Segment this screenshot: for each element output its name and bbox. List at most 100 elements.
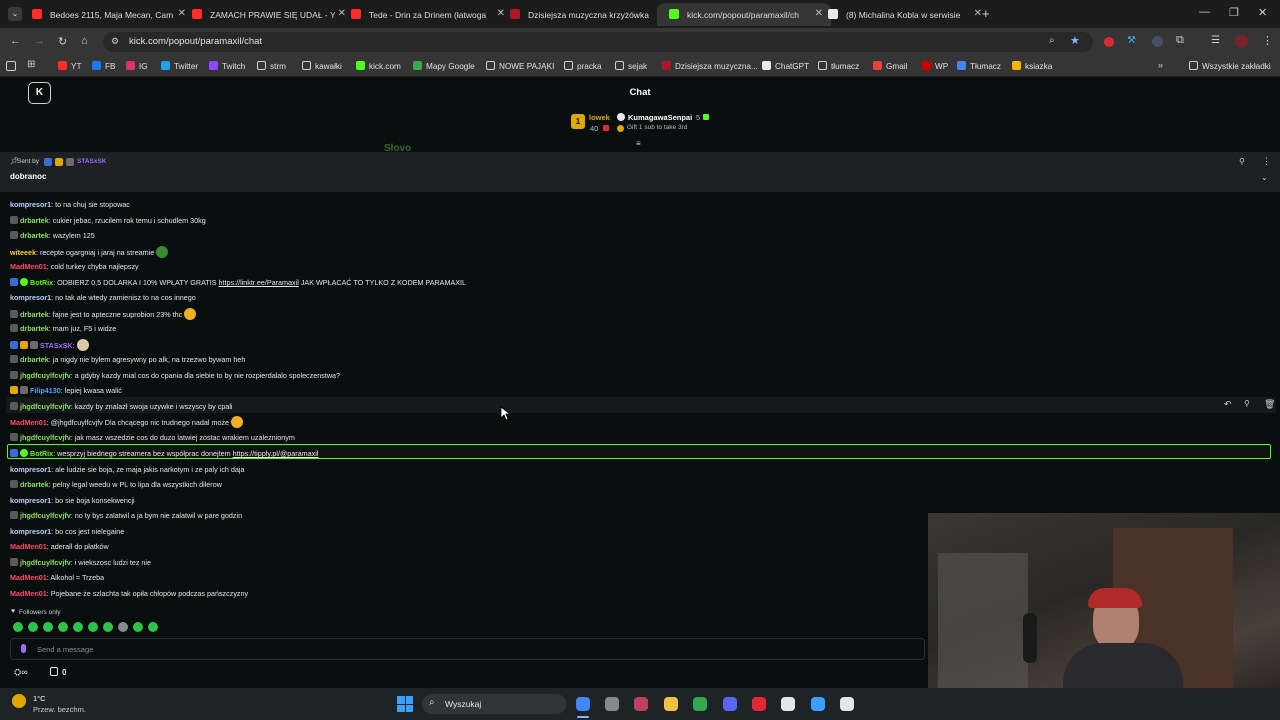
extensions-puzzle-icon[interactable]: ⧉	[1176, 34, 1184, 47]
chat-message[interactable]: drbartek: cukier jebac, rzucilem rok tem…	[10, 215, 206, 227]
chat-message[interactable]: MadMen01: Alkohol = Trzeba	[10, 572, 104, 584]
expand-pinned-icon[interactable]: ⌄	[1261, 173, 1268, 182]
minimize-button[interactable]: —	[1199, 6, 1210, 18]
photos-icon[interactable]	[811, 697, 825, 711]
second-gifter-name[interactable]: KumagawaSenpai	[628, 113, 692, 122]
quick-emote-icon[interactable]	[88, 622, 98, 632]
reload-icon[interactable]: ↻	[58, 35, 67, 48]
chat-username[interactable]: drbartek	[20, 324, 49, 333]
chat-username[interactable]: kompresor1	[10, 293, 51, 302]
apps-grid-icon[interactable]: ⊞	[27, 59, 35, 70]
chat-username[interactable]: MadMen01	[10, 418, 47, 427]
bookmark-item[interactable]: Gmail	[873, 61, 907, 71]
bookmark-item[interactable]: ChatGPT	[762, 61, 809, 71]
chat-username[interactable]: drbartek	[20, 355, 49, 364]
settings-icon[interactable]: ⛭∞	[14, 667, 28, 678]
quick-emote-icon[interactable]	[58, 622, 68, 632]
bookmark-item[interactable]: WP	[922, 61, 948, 71]
chat-message[interactable]: kompresor1: bo cos jest nielegaine	[10, 526, 124, 538]
forward-icon[interactable]: →	[34, 35, 45, 47]
bookmark-item[interactable]: sejak	[615, 61, 647, 71]
chat-username[interactable]: jhgdfcuylfcvjfv	[20, 511, 71, 520]
bookmark-item[interactable]: YT	[58, 61, 81, 71]
quick-emote-icon[interactable]	[103, 622, 113, 632]
chat-username[interactable]: kompresor1	[10, 496, 51, 505]
chat-message[interactable]: kompresor1: ale ludzie sie boja, ze maja…	[10, 464, 245, 476]
chat-message[interactable]: drbartek: ja nigdy nie bylem agresywny p…	[10, 354, 245, 366]
chat-message[interactable]: drbartek: pelny legal weedu w PL to lipa…	[10, 479, 222, 491]
taskbar-search[interactable]	[422, 694, 566, 714]
chat-username[interactable]: kompresor1	[10, 465, 51, 474]
bookmark-item[interactable]: kick.com	[356, 61, 401, 71]
tab-close-icon[interactable]: ✕	[974, 8, 982, 19]
chat-username[interactable]: BotRix	[30, 278, 53, 287]
gift-sub-cta[interactable]: Gift 1 sub to take 3rd	[627, 124, 687, 131]
extension2-icon[interactable]	[1152, 36, 1163, 47]
chrome-icon[interactable]	[576, 697, 590, 711]
extension-icon[interactable]: ⚒	[1127, 35, 1136, 46]
chat-message[interactable]: jhgdfcuylfcvjfv: kazdy by znalazł swoja …	[10, 401, 233, 413]
bookmark-star-icon[interactable]: ★	[1070, 34, 1080, 47]
quick-emote-icon[interactable]	[118, 622, 128, 632]
chat-message[interactable]: drbartek: fajne jest to apteczne suprobi…	[10, 308, 197, 320]
sidebar-toggle-icon[interactable]	[6, 61, 16, 71]
settings-app-icon[interactable]	[605, 697, 619, 711]
bookmark-item[interactable]: FB	[92, 61, 115, 71]
quick-emote-icon[interactable]	[73, 622, 83, 632]
vpn-icon[interactable]	[693, 697, 707, 711]
weather-icon[interactable]	[12, 694, 26, 708]
delete-icon[interactable]: 🗑︎	[1264, 399, 1275, 410]
message-input[interactable]	[10, 638, 925, 660]
chat-message[interactable]: Filip4130: lepiej kwasa walić	[10, 385, 122, 397]
bookmark-item[interactable]: strm	[257, 61, 286, 71]
chat-username[interactable]: drbartek	[20, 231, 49, 240]
mic-icon[interactable]	[21, 644, 26, 653]
paint-icon[interactable]	[634, 697, 648, 711]
bookmark-item[interactable]: tłumacz	[818, 61, 859, 71]
chat-username[interactable]: BotRix	[30, 449, 53, 458]
chat-username[interactable]: witeeek	[10, 248, 36, 257]
bookmark-item[interactable]: Dzisiejsza muzyczna...	[662, 61, 758, 71]
chat-username[interactable]: drbartek	[20, 480, 49, 489]
quick-emote-icon[interactable]	[28, 622, 38, 632]
reply-icon[interactable]: ↶	[1224, 399, 1232, 410]
chat-message[interactable]: BotRix: ODBIERZ 0,5 DOLARKA I 10% WPŁATY…	[10, 277, 466, 289]
bookmark-item[interactable]: Twitter	[161, 61, 198, 71]
chat-message[interactable]: MadMen01: aderall do płatków	[10, 541, 109, 553]
chat-username[interactable]: MadMen01	[10, 573, 47, 582]
quick-emote-icon[interactable]	[133, 622, 143, 632]
chat-message[interactable]: BotRix: wesprzyj biednego streamera bez …	[10, 448, 318, 460]
bookmark-item[interactable]: NOWE PAJĄKI	[486, 61, 554, 71]
site-info-icon[interactable]: ⚙	[111, 36, 119, 47]
new-tab-button[interactable]: +	[982, 6, 990, 21]
collapse-leaderboard-icon[interactable]: ≡	[636, 139, 641, 148]
chat-username[interactable]: jhgdfcuylfcvjfv	[20, 433, 71, 442]
chat-username[interactable]: drbartek	[20, 310, 49, 319]
points-icon[interactable]	[50, 667, 58, 676]
pin-message-icon[interactable]: ⚲	[1244, 399, 1250, 408]
chat-message[interactable]: jhgdfcuylfcvjfv: a gdyby kazdy mial cos …	[10, 370, 340, 382]
quick-emote-icon[interactable]	[13, 622, 23, 632]
chat-message[interactable]: STASxSK:	[10, 339, 89, 351]
zoom-icon[interactable]: ⌕	[1049, 35, 1055, 46]
browser-tab[interactable]: kick.com/popout/paramaxil/ch ✕	[657, 3, 831, 26]
bookmark-item[interactable]: Twitch	[209, 61, 245, 71]
chat-message[interactable]: drbartek: mam juz, F5 i widze	[10, 323, 116, 335]
chat-message[interactable]: jhgdfcuylfcvjfv: jak masz wszedzie cos d…	[10, 432, 295, 444]
all-bookmarks[interactable]: Wszystkie zakładki	[1189, 61, 1271, 71]
chat-username[interactable]: MadMen01	[10, 589, 47, 598]
opera-icon[interactable]	[752, 697, 766, 711]
chat-link[interactable]: https://tipply.pl/@paramaxil	[233, 449, 319, 458]
chat-username[interactable]: Filip4130	[30, 386, 61, 395]
chat-message[interactable]: witeeek: recepte ogargniaj i jaraj na st…	[10, 246, 169, 258]
chat-username[interactable]: jhgdfcuylfcvjfv	[20, 558, 71, 567]
bookmark-item[interactable]: Mapy Google	[413, 61, 475, 71]
chat-username[interactable]: jhgdfcuylfcvjfv	[20, 371, 71, 380]
pinned-user[interactable]: STASxSK	[77, 158, 107, 165]
record-extension-icon[interactable]	[1104, 37, 1114, 47]
chat-message[interactable]: MadMen01: cold turkey chyba najlepszy	[10, 261, 139, 273]
maximize-button[interactable]: ❐	[1229, 6, 1239, 19]
chat-message[interactable]: MadMen01: Pojebane że szlachta tak opiła…	[10, 588, 248, 600]
chat-message[interactable]: MadMen01: @jhgdfcuylfcvjfv Dla chcącego …	[10, 416, 244, 428]
chat-username[interactable]: MadMen01	[10, 542, 47, 551]
